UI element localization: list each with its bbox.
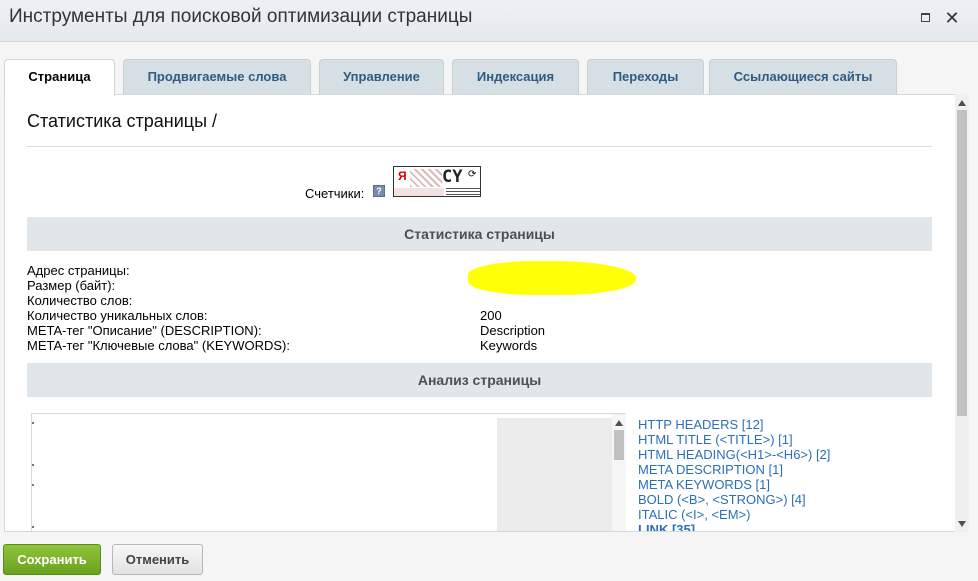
stat-value: Description: [480, 323, 546, 338]
divider: [27, 146, 932, 147]
panel-scrollbar[interactable]: [955, 94, 969, 532]
tab-referring-sites[interactable]: Ссылающиеся сайты: [709, 59, 897, 94]
tab-indexing[interactable]: Индексация: [452, 59, 579, 94]
analysis-preview-area: [497, 418, 612, 531]
stat-value: 200: [480, 308, 502, 323]
analysis-section-header: Анализ страницы: [27, 363, 932, 397]
scroll-thumb[interactable]: [957, 110, 967, 416]
analysis-links-list: HTTP HEADERS [12] HTML TITLE (<TITLE>) […: [638, 417, 830, 531]
stat-value: Keywords: [480, 338, 538, 353]
tab-promoted-words[interactable]: Продвигаемые слова: [123, 59, 311, 94]
scroll-thumb[interactable]: [614, 430, 624, 460]
scroll-up-icon[interactable]: [615, 420, 623, 426]
window-titlebar: Инструменты для поисковой оптимизации ст…: [0, 0, 978, 42]
stat-key: META-тег "Описание" (DESCRIPTION):: [27, 323, 262, 338]
cancel-button[interactable]: Отменить: [112, 544, 203, 575]
close-icon[interactable]: ✕: [943, 9, 961, 27]
stat-key: Адрес страницы:: [27, 263, 130, 278]
cy-label: CY: [442, 167, 463, 187]
refresh-icon: ⟳: [468, 169, 477, 180]
link-http-headers[interactable]: HTTP HEADERS [12]: [638, 417, 830, 432]
stat-key: Размер (байт):: [27, 278, 116, 293]
page-title: Статистика страницы /: [27, 111, 218, 131]
help-icon[interactable]: ?: [373, 185, 385, 197]
link-meta-description[interactable]: META DESCRIPTION [1]: [638, 462, 830, 477]
link-html-heading[interactable]: HTML HEADING(<H1>-<H6>) [2]: [638, 447, 830, 462]
scroll-up-icon[interactable]: [958, 100, 966, 106]
redaction-highlight: [468, 261, 636, 295]
link-link[interactable]: LINK [35]: [638, 522, 830, 531]
tab-page[interactable]: Страница: [4, 59, 115, 96]
window-title: Инструменты для поисковой оптимизации ст…: [9, 6, 473, 27]
yandex-logo-icon: Я: [398, 169, 407, 183]
yandex-cy-counter-badge[interactable]: Я CY ⟳: [393, 166, 481, 197]
tab-panel: Статистика страницы / Счетчики: ? Я CY ⟳…: [4, 94, 957, 532]
stat-key: META-тег "Ключевые слова" (KEYWORDS):: [27, 338, 290, 353]
analysis-scrollbar[interactable]: [612, 414, 626, 531]
tab-transitions[interactable]: Переходы: [587, 59, 704, 94]
link-html-title[interactable]: HTML TITLE (<TITLE>) [1]: [638, 432, 830, 447]
link-italic[interactable]: ITALIC (<I>, <EM>): [638, 507, 830, 522]
stat-key: Количество уникальных слов:: [27, 308, 208, 323]
tab-management[interactable]: Управление: [319, 59, 444, 94]
scroll-down-icon[interactable]: [958, 521, 966, 527]
link-bold[interactable]: BOLD (<B>, <STRONG>) [4]: [638, 492, 830, 507]
maximize-icon[interactable]: [916, 9, 934, 27]
save-button[interactable]: Сохранить: [3, 544, 101, 575]
counters-label: Счетчики:: [305, 186, 365, 201]
stat-key: Количество слов:: [27, 293, 133, 308]
link-meta-keywords[interactable]: META KEYWORDS [1]: [638, 477, 830, 492]
stats-section-header: Статистика страницы: [27, 217, 932, 251]
analysis-source-view[interactable]: [31, 413, 626, 531]
